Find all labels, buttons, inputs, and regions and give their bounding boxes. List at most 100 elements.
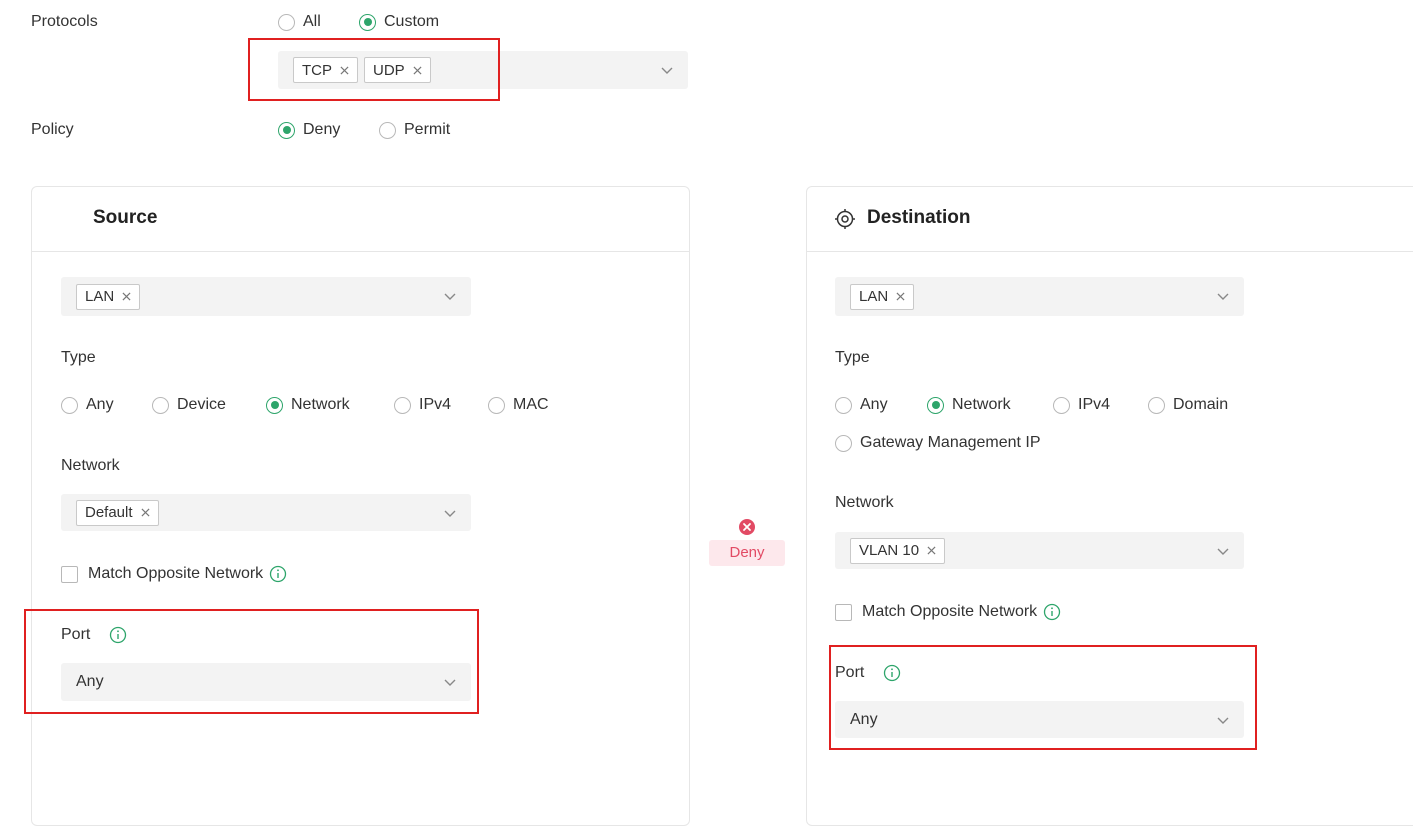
tag-remove-icon[interactable] — [896, 292, 905, 301]
radio-label: Any — [86, 396, 114, 413]
radio-label: Gateway Management IP — [860, 434, 1041, 451]
radio-label: Any — [860, 396, 888, 413]
radio-selected-icon — [359, 13, 376, 31]
tag-label: VLAN 10 — [859, 542, 920, 559]
radio-selected-icon — [278, 121, 295, 139]
policy-deny-badge: Deny — [709, 540, 785, 566]
info-icon[interactable] — [1043, 603, 1061, 621]
protocols-select[interactable]: TCP UDP — [278, 51, 688, 89]
radio-icon — [488, 396, 505, 414]
tag-label: TCP — [302, 61, 332, 79]
radio-selected-icon — [266, 396, 283, 414]
network-tag-default: Default — [76, 499, 159, 526]
destination-type-label: Type — [835, 349, 870, 366]
destination-port-label: Port — [835, 664, 865, 681]
radio-icon — [835, 434, 852, 452]
tag-remove-icon[interactable] — [927, 546, 936, 555]
policy-label: Policy — [31, 121, 74, 138]
radio-icon — [394, 396, 411, 414]
destination-port-select[interactable]: Any — [835, 701, 1244, 738]
source-port-select[interactable]: Any — [61, 663, 471, 701]
panel-divider — [32, 251, 689, 252]
destination-match-opposite[interactable]: Match Opposite Network — [835, 603, 1061, 621]
interface-tag-lan: LAN — [76, 283, 141, 310]
chevron-down-icon — [444, 510, 456, 517]
protocols-radio-all[interactable]: All — [278, 13, 321, 31]
chevron-down-icon — [1217, 717, 1229, 724]
checkbox-label: Match Opposite Network — [88, 565, 264, 582]
checkbox[interactable] — [835, 603, 852, 621]
protocols-radio-custom[interactable]: Custom — [359, 13, 439, 31]
checkbox-label: Match Opposite Network — [862, 603, 1038, 620]
destination-type-domain[interactable]: Domain — [1148, 396, 1228, 414]
source-type-label: Type — [61, 349, 96, 366]
radio-label: Device — [177, 396, 226, 413]
tag-label: Default — [85, 504, 133, 521]
radio-label: Network — [291, 396, 350, 413]
source-type-device[interactable]: Device — [152, 396, 226, 414]
radio-label: Custom — [384, 13, 440, 30]
source-type-ipv4[interactable]: IPv4 — [394, 396, 451, 414]
source-port-header: Port — [61, 626, 127, 644]
radio-label: Permit — [404, 121, 451, 138]
radio-icon — [379, 121, 396, 139]
radio-label: Deny — [303, 121, 341, 138]
policy-radio-deny[interactable]: Deny — [278, 121, 340, 139]
radio-label: MAC — [513, 396, 549, 413]
radio-label: Domain — [1173, 396, 1229, 413]
source-type-mac[interactable]: MAC — [488, 396, 549, 414]
chevron-down-icon — [1217, 548, 1229, 555]
protocol-tag-tcp: TCP — [293, 57, 358, 83]
radio-icon — [1148, 396, 1165, 414]
chevron-down-icon — [444, 293, 456, 300]
tag-remove-icon[interactable] — [340, 65, 349, 75]
chevron-down-icon — [661, 67, 673, 74]
radio-icon — [278, 13, 295, 31]
radio-icon — [835, 396, 852, 414]
source-match-opposite[interactable]: Match Opposite Network — [61, 565, 287, 583]
source-network-select[interactable]: Default — [61, 494, 471, 531]
destination-interface-select[interactable]: LAN — [835, 277, 1244, 316]
source-interface-select[interactable]: LAN — [61, 277, 471, 316]
source-port-label: Port — [61, 626, 91, 643]
radio-icon — [152, 396, 169, 414]
protocol-tag-udp: UDP — [364, 57, 431, 83]
destination-type-network[interactable]: Network — [927, 396, 1011, 414]
destination-type-ipv4[interactable]: IPv4 — [1053, 396, 1110, 414]
info-icon[interactable] — [883, 664, 901, 682]
radio-icon — [61, 396, 78, 414]
radio-selected-icon — [927, 396, 944, 414]
deny-x-icon — [739, 519, 755, 535]
source-type-any[interactable]: Any — [61, 396, 114, 414]
radio-label: IPv4 — [419, 396, 452, 413]
select-value: Any — [850, 710, 878, 728]
select-value: Any — [76, 673, 104, 690]
chevron-down-icon — [444, 679, 456, 686]
tag-remove-icon[interactable] — [413, 65, 422, 75]
radio-icon — [1053, 396, 1070, 414]
destination-network-select[interactable]: VLAN 10 — [835, 532, 1244, 569]
tag-remove-icon[interactable] — [141, 508, 150, 517]
destination-network-label: Network — [835, 494, 894, 511]
tag-label: UDP — [373, 61, 405, 79]
chevron-down-icon — [1217, 293, 1229, 300]
source-title: Source — [93, 207, 158, 228]
destination-type-gateway-management-ip[interactable]: Gateway Management IP — [835, 434, 1041, 452]
info-icon[interactable] — [269, 565, 287, 583]
protocols-label: Protocols — [31, 13, 98, 30]
target-icon — [835, 209, 855, 229]
destination-type-any[interactable]: Any — [835, 396, 888, 414]
interface-tag-lan: LAN — [850, 283, 915, 310]
policy-radio-permit[interactable]: Permit — [379, 121, 450, 139]
info-icon[interactable] — [109, 626, 127, 644]
network-tag-vlan-10: VLAN 10 — [850, 537, 946, 564]
source-type-network[interactable]: Network — [266, 396, 350, 414]
tag-label: LAN — [859, 288, 889, 305]
tag-remove-icon[interactable] — [122, 292, 131, 301]
destination-port-header: Port — [835, 664, 901, 682]
source-network-label: Network — [61, 457, 120, 474]
radio-label: Network — [952, 396, 1011, 413]
destination-title: Destination — [867, 207, 971, 228]
checkbox[interactable] — [61, 565, 78, 583]
tag-label: LAN — [85, 288, 115, 305]
